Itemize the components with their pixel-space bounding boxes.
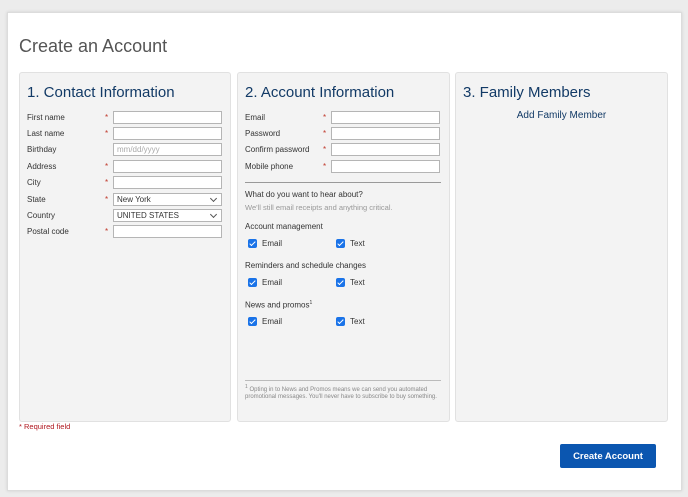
checkbox-label: Email <box>262 238 283 248</box>
checkbox-checked-icon <box>336 277 345 287</box>
postal-code-field[interactable] <box>113 225 222 238</box>
first-name-label: First name <box>27 113 65 122</box>
family-members-heading: 3. Family Members <box>463 84 591 101</box>
required-marker: * <box>105 227 109 236</box>
footnote-number: 1 <box>245 384 248 390</box>
country-select-value: UNITED STATES <box>117 211 179 220</box>
password-field[interactable] <box>331 127 440 140</box>
required-marker: * <box>323 145 327 154</box>
checkbox-label: Email <box>262 316 283 326</box>
create-account-card: Create an Account 1. Contact Information… <box>7 12 682 491</box>
confirm-password-label: Confirm password <box>245 145 310 154</box>
required-field-note: * Required field <box>19 422 71 431</box>
email-field[interactable] <box>331 111 440 124</box>
city-label: City <box>27 178 41 187</box>
page-title: Create an Account <box>19 36 168 56</box>
notifications-subtext: We'll still email receipts and anything … <box>245 203 393 212</box>
chevron-down-icon <box>210 194 218 205</box>
email-label: Email <box>245 113 266 122</box>
checkbox-label: Text <box>350 277 365 287</box>
account-information-panel: 2. Account Information Email * Password … <box>237 72 450 422</box>
last-name-label: Last name <box>27 129 65 138</box>
country-select[interactable]: UNITED STATES <box>113 209 222 222</box>
required-marker: * <box>105 162 109 171</box>
address-label: Address <box>27 162 57 171</box>
checkbox-label: Text <box>350 238 365 248</box>
birthday-field[interactable] <box>113 143 222 156</box>
reminders-label: Reminders and schedule changes <box>245 261 366 270</box>
required-marker: * <box>105 113 109 122</box>
state-label: State <box>27 195 46 204</box>
checkbox-checked-icon <box>248 277 257 287</box>
footnote-divider <box>245 380 441 381</box>
mobile-phone-field[interactable] <box>331 160 440 173</box>
footnote-marker: 1 <box>309 300 313 306</box>
create-account-button[interactable]: Create Account <box>560 444 656 468</box>
account-management-label: Account management <box>245 222 323 231</box>
state-select[interactable]: New York <box>113 193 222 206</box>
address-field[interactable] <box>113 160 222 173</box>
reminders-email-checkbox[interactable]: Email <box>248 276 282 288</box>
family-members-panel: 3. Family Members Add Family Member <box>455 72 668 422</box>
required-marker: * <box>323 113 327 122</box>
account-management-email-checkbox[interactable]: Email <box>248 237 282 249</box>
required-marker: * <box>323 162 327 171</box>
checkbox-checked-icon <box>248 316 257 326</box>
news-promos-label-text: News and promos <box>245 300 310 310</box>
add-family-member-link[interactable]: Add Family Member <box>456 110 667 121</box>
country-label: Country <box>27 211 56 220</box>
divider <box>245 182 441 183</box>
news-promos-label: News and promos1 <box>245 300 312 310</box>
checkbox-checked-icon <box>248 238 257 248</box>
checkbox-checked-icon <box>336 238 345 248</box>
last-name-field[interactable] <box>113 127 222 140</box>
postal-code-label: Postal code <box>27 227 69 236</box>
first-name-field[interactable] <box>113 111 222 124</box>
contact-information-panel: 1. Contact Information First name * Last… <box>19 72 231 422</box>
password-label: Password <box>245 129 281 138</box>
reminders-text-checkbox[interactable]: Text <box>336 276 365 288</box>
notifications-question: What do you want to hear about? <box>245 190 363 199</box>
account-information-heading: 2. Account Information <box>245 84 395 101</box>
city-field[interactable] <box>113 176 222 189</box>
required-marker: * <box>323 129 327 138</box>
confirm-password-field[interactable] <box>331 143 440 156</box>
account-management-text-checkbox[interactable]: Text <box>336 237 365 249</box>
birthday-label: Birthday <box>27 145 57 154</box>
checkbox-label: Email <box>262 277 283 287</box>
required-marker: * <box>105 195 109 204</box>
news-promos-email-checkbox[interactable]: Email <box>248 315 282 327</box>
chevron-down-icon <box>210 210 218 221</box>
checkbox-label: Text <box>350 316 365 326</box>
contact-information-heading: 1. Contact Information <box>27 84 175 101</box>
state-select-value: New York <box>117 195 151 204</box>
footnote-text: Opting in to News and Promos means we ca… <box>245 387 437 400</box>
mobile-phone-label: Mobile phone <box>245 162 294 171</box>
checkbox-checked-icon <box>336 316 345 326</box>
required-marker: * <box>105 129 109 138</box>
footnote: 1 Opting in to News and Promos means we … <box>245 384 441 401</box>
required-marker: * <box>105 178 109 187</box>
news-promos-text-checkbox[interactable]: Text <box>336 315 365 327</box>
